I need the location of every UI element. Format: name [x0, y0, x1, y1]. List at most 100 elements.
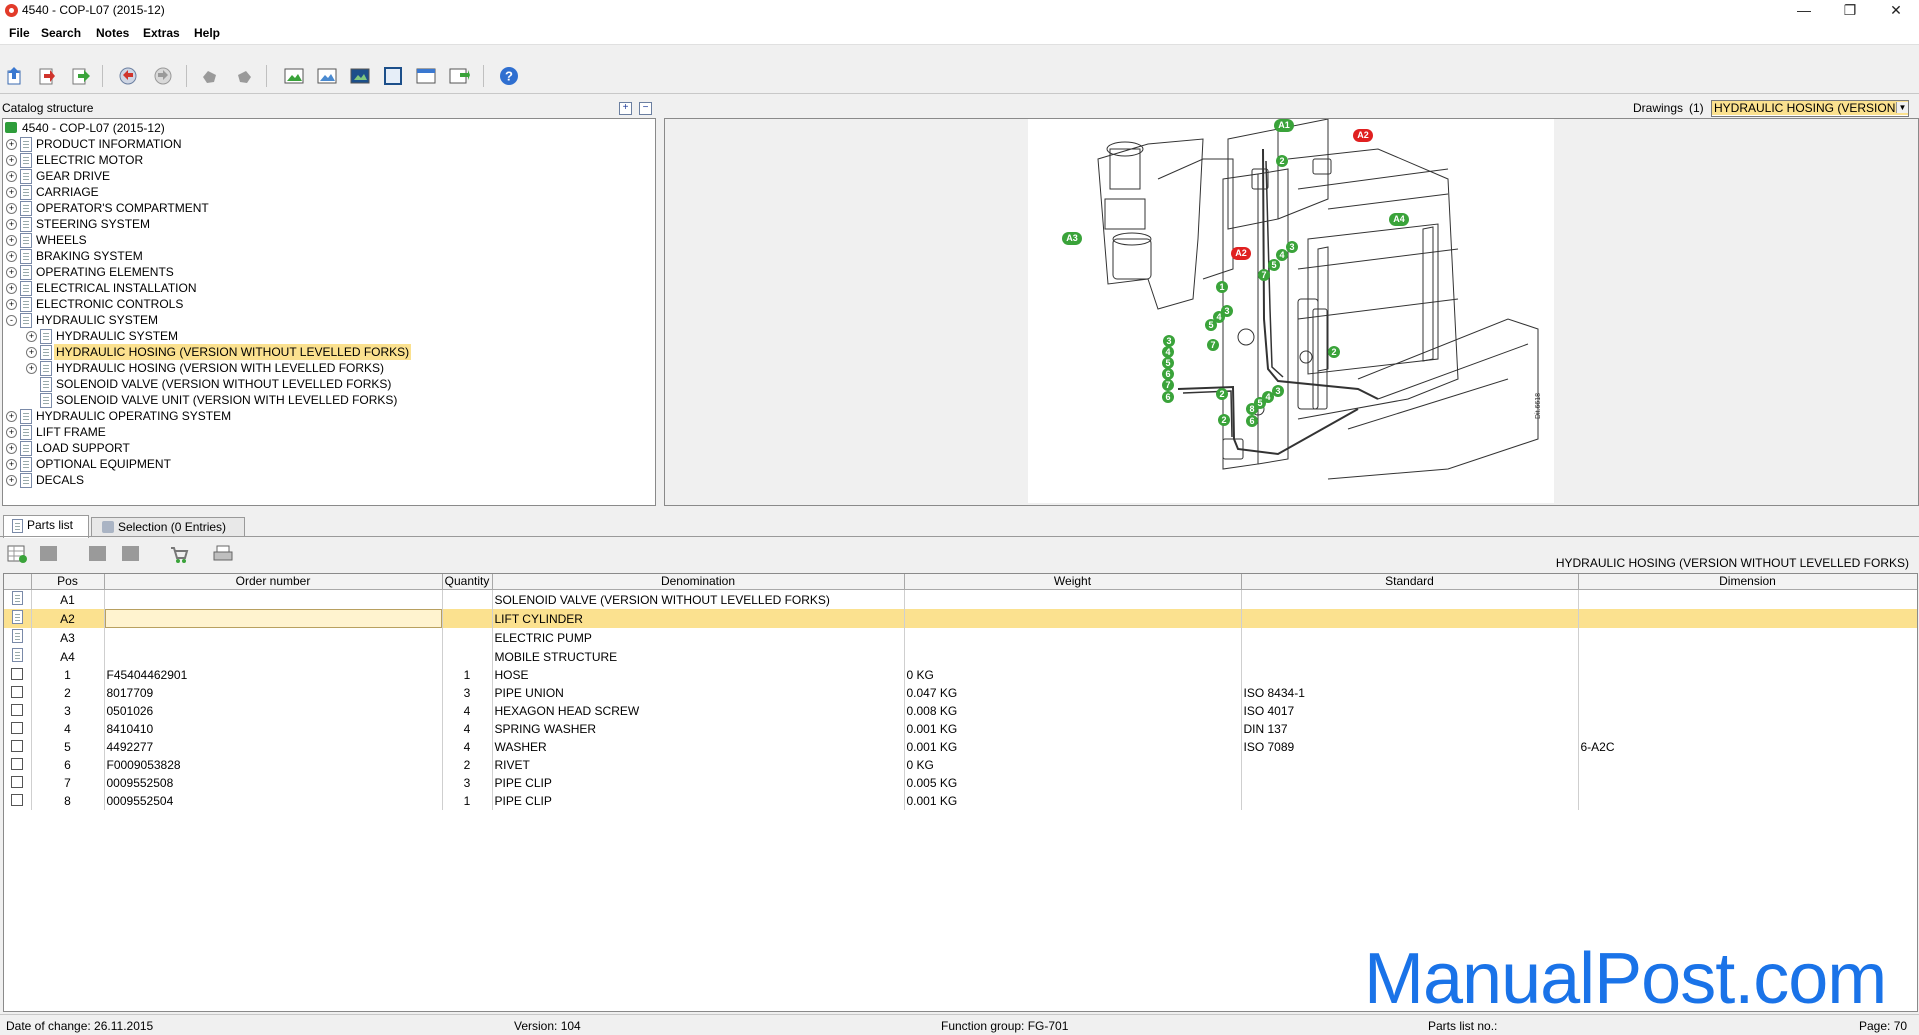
table-icon[interactable] [38, 544, 60, 564]
image-zoom-icon[interactable] [316, 65, 338, 87]
expand-icon[interactable]: + [6, 443, 17, 454]
table-row[interactable]: 2 8017709 3 PIPE UNION 0.047 KG ISO 8434-1 [4, 684, 1917, 702]
expand-icon[interactable]: + [6, 219, 17, 230]
column-header[interactable]: Order number [104, 574, 443, 590]
row-marker-cell[interactable] [4, 609, 32, 628]
callout-5[interactable]: 5 [1268, 259, 1280, 271]
row-marker-cell[interactable] [4, 684, 32, 702]
row-marker-cell[interactable] [4, 589, 32, 609]
column-header[interactable]: Denomination [492, 574, 905, 590]
column-header[interactable]: Quantity [442, 574, 493, 590]
row-checkbox[interactable] [11, 794, 24, 806]
expand-icon[interactable]: + [6, 283, 17, 294]
callout-3d[interactable]: 3 [1272, 385, 1284, 397]
callout-3b[interactable]: 3 [1221, 305, 1233, 317]
menu-extras[interactable]: Extras [143, 26, 180, 40]
forward-history-icon[interactable] [152, 65, 174, 87]
row-checkbox[interactable] [11, 758, 24, 770]
frame-icon[interactable] [382, 65, 404, 87]
image-fit-icon[interactable] [349, 65, 371, 87]
row-marker-cell[interactable] [4, 738, 32, 756]
expand-icon[interactable]: + [6, 139, 17, 150]
table-row[interactable]: 1 F45404462901 1 HOSE 0 KG [4, 666, 1917, 684]
expand-icon[interactable]: + [6, 155, 17, 166]
row-marker-cell[interactable] [4, 647, 32, 666]
callout-2b[interactable]: 2 [1328, 346, 1340, 358]
exploded-drawing[interactable]: Dit.6618 A1 A2 A3 A4 A2 2 1 7 5 4 3 5 4 … [1028, 119, 1554, 503]
row-checkbox[interactable] [11, 722, 24, 734]
expand-icon[interactable]: + [6, 251, 17, 262]
forward-icon[interactable] [70, 65, 92, 87]
table-row[interactable]: A4 MOBILE STRUCTURE [4, 647, 1917, 666]
callout-a1[interactable]: A1 [1274, 119, 1294, 132]
row-checkbox[interactable] [11, 686, 24, 698]
chevron-down-icon[interactable]: ▼ [1896, 102, 1908, 113]
row-checkbox[interactable] [11, 704, 24, 716]
row-marker-cell[interactable] [4, 720, 32, 738]
drawings-dropdown[interactable]: HYDRAULIC HOSING (VERSION ... ▼ [1711, 100, 1909, 117]
row-checkbox[interactable] [11, 740, 24, 752]
menu-file[interactable]: File [9, 26, 30, 40]
callout-2d[interactable]: 2 [1218, 414, 1230, 426]
expand-icon[interactable]: + [6, 459, 17, 470]
help-icon[interactable]: ? [498, 65, 520, 87]
back-history-icon[interactable] [117, 65, 139, 87]
row-checkbox[interactable] [11, 776, 24, 788]
callout-3[interactable]: 3 [1286, 241, 1298, 253]
expand-icon[interactable]: + [6, 267, 17, 278]
column-header[interactable]: Dimension [1578, 574, 1917, 590]
row-marker-cell[interactable] [4, 702, 32, 720]
row-marker-cell[interactable] [4, 666, 32, 684]
callout-2[interactable]: 2 [1276, 155, 1288, 167]
tab-parts-list[interactable]: Parts list [3, 515, 89, 538]
minimize-button[interactable]: — [1781, 0, 1827, 22]
callout-a2[interactable]: A2 [1231, 247, 1251, 260]
callout-a4[interactable]: A4 [1389, 213, 1409, 226]
export-image-icon[interactable] [448, 65, 470, 87]
row-marker-cell[interactable] [4, 756, 32, 774]
menu-help[interactable]: Help [194, 26, 220, 40]
table-copy-icon[interactable] [87, 544, 109, 564]
callout-a2-top[interactable]: A2 [1353, 129, 1373, 142]
hand-back-icon[interactable] [233, 65, 255, 87]
expand-icon[interactable]: + [6, 235, 17, 246]
row-marker-cell[interactable] [4, 792, 32, 810]
table-row[interactable]: A2 LIFT CYLINDER [4, 609, 1917, 628]
table-row[interactable]: 3 0501026 4 HEXAGON HEAD SCREW 0.008 KG ISO 4… [4, 702, 1917, 720]
row-marker-cell[interactable] [4, 628, 32, 647]
table-row[interactable]: 8 0009552504 1 PIPE CLIP 0.001 KG [4, 792, 1917, 810]
callout-6d[interactable]: 6 [1162, 391, 1174, 403]
expand-icon[interactable]: + [6, 411, 17, 422]
tab-selection[interactable]: Selection (0 Entries) [91, 517, 245, 537]
expand-icon[interactable]: + [26, 347, 37, 358]
collapse-all-button[interactable]: − [639, 102, 652, 115]
collapse-icon[interactable]: - [6, 315, 17, 326]
catalog-tree[interactable]: 4540 - COP-L07 (2015-12) + PRODUCT INFORM… [2, 118, 656, 506]
expand-icon[interactable]: + [6, 171, 17, 182]
column-header[interactable]: Pos [31, 574, 105, 590]
column-header[interactable]: Weight [904, 574, 1242, 590]
row-checkbox[interactable] [11, 668, 24, 680]
menu-notes[interactable]: Notes [96, 26, 129, 40]
callout-1[interactable]: 1 [1216, 281, 1228, 293]
add-to-selection-icon[interactable] [6, 544, 28, 564]
expand-icon[interactable]: + [6, 203, 17, 214]
callout-7c[interactable]: 7 [1162, 379, 1174, 391]
table-paste-icon[interactable] [120, 544, 142, 564]
home-icon[interactable] [4, 65, 26, 87]
callout-7b[interactable]: 7 [1207, 339, 1219, 351]
column-header[interactable]: Standard [1241, 574, 1579, 590]
row-marker-cell[interactable] [4, 774, 32, 792]
window-icon[interactable] [415, 65, 437, 87]
expand-icon[interactable]: + [6, 187, 17, 198]
image-icon[interactable] [283, 65, 305, 87]
open-icon[interactable] [36, 65, 58, 87]
expand-icon[interactable]: + [26, 331, 37, 342]
close-button[interactable]: ✕ [1873, 0, 1919, 22]
print-icon[interactable] [212, 544, 234, 564]
expand-icon[interactable]: + [6, 475, 17, 486]
restore-button[interactable]: ❐ [1827, 0, 1873, 22]
callout-4[interactable]: 4 [1276, 249, 1288, 261]
expand-icon[interactable]: + [26, 363, 37, 374]
table-row[interactable]: 7 0009552508 3 PIPE CLIP 0.005 KG [4, 774, 1917, 792]
